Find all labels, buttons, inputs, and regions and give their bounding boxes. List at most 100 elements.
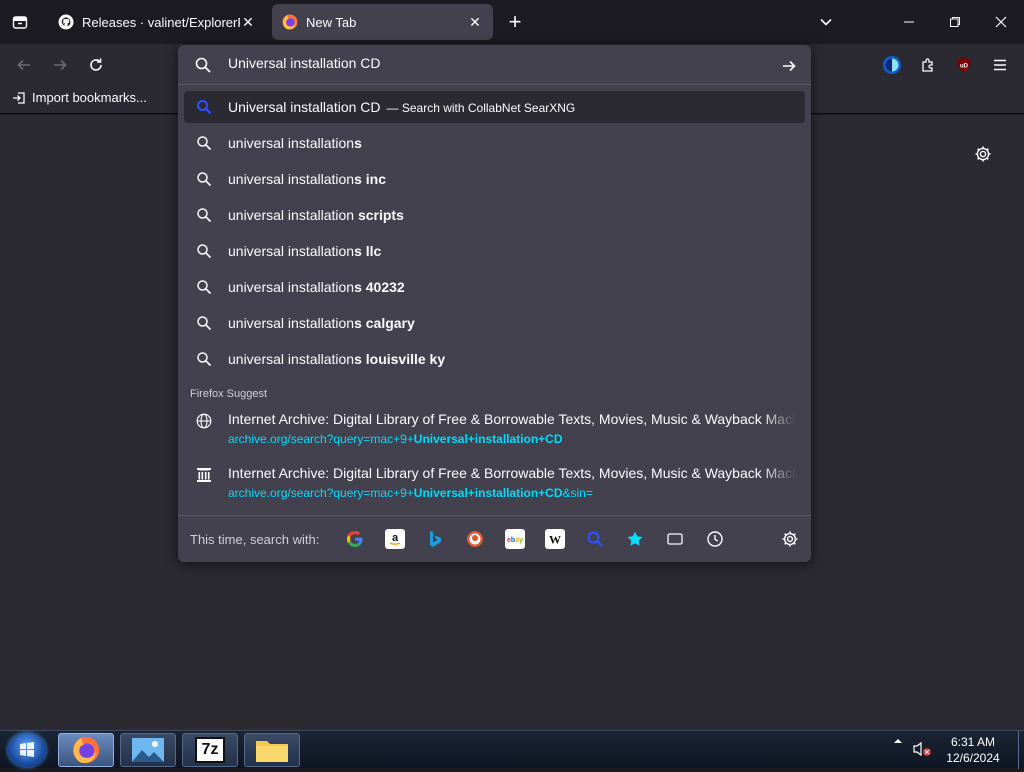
- ublock-button[interactable]: uD: [951, 52, 977, 78]
- history-search-button[interactable]: [705, 529, 725, 549]
- new-tab-button[interactable]: +: [502, 9, 528, 35]
- result-action: — Search with CollabNet SearXNG: [386, 101, 576, 115]
- search-icon: [197, 352, 212, 367]
- forward-button[interactable]: [47, 52, 73, 78]
- 7zip-icon: 7z: [195, 737, 225, 763]
- suggest-title: Internet Archive: Digital Library of Fre…: [228, 465, 796, 481]
- tray-overflow-button[interactable]: [893, 735, 903, 749]
- searxng-engine-button[interactable]: [585, 529, 605, 549]
- taskbar: 7z 6:31 AM 12/6/2024: [0, 730, 1024, 769]
- reload-icon: [90, 58, 102, 71]
- suggest-url: archive.org/search?query=mac+9+Universal…: [228, 486, 593, 500]
- firefox-icon: [72, 736, 100, 764]
- tab-new-tab[interactable]: New Tab ✕: [272, 4, 493, 40]
- firefox-icon: [282, 14, 298, 30]
- bookmarks-search-button[interactable]: [625, 529, 645, 549]
- tab-close-button[interactable]: ✕: [240, 14, 256, 30]
- search-icon: [197, 280, 212, 295]
- folder-icon: [256, 741, 288, 762]
- urlbar-input[interactable]: [228, 55, 758, 71]
- urlbar: [178, 45, 811, 85]
- firefox-view-button[interactable]: [6, 9, 34, 35]
- search-suggestion[interactable]: universal installations louisville ky: [184, 343, 805, 375]
- duckduckgo-icon: [467, 531, 483, 547]
- suggestion-text: universal installations llc: [228, 243, 382, 259]
- suggestion-text: universal installations 40232: [228, 279, 405, 295]
- clock-icon: [707, 531, 723, 547]
- restore-button[interactable]: [941, 8, 969, 36]
- search-icon: [197, 208, 212, 223]
- arrow-right-icon: [783, 60, 796, 72]
- svg-text:a: a: [392, 532, 399, 544]
- svg-text:ebay: ebay: [507, 537, 523, 544]
- forward-arrow-icon: [54, 59, 67, 71]
- search-suggestion[interactable]: universal installations llc: [184, 235, 805, 267]
- close-icon: [995, 16, 1007, 28]
- suggest-result[interactable]: Internet Archive: Digital Library of Fre…: [184, 409, 805, 455]
- taskbar-photos[interactable]: [120, 733, 176, 767]
- tab-releases[interactable]: Releases · valinet/ExplorerPatch ✕: [48, 4, 266, 40]
- tab-title: Releases · valinet/ExplorerPatch: [82, 14, 240, 30]
- suggest-result[interactable]: Internet Archive: Digital Library of Fre…: [184, 463, 805, 509]
- internet-archive-icon: [197, 468, 211, 482]
- wikipedia-icon: W: [549, 533, 561, 547]
- result-text: Universal installation CD: [228, 99, 381, 115]
- tab-close-button[interactable]: ✕: [467, 14, 483, 30]
- 7zip-label: 7z: [201, 741, 219, 758]
- customize-new-tab-button[interactable]: [972, 143, 994, 165]
- search-icon: [197, 172, 212, 187]
- photo-viewer-icon: [132, 738, 164, 762]
- clock-date: 12/6/2024: [946, 751, 1000, 765]
- google-icon: [347, 531, 363, 547]
- taskbar-explorer[interactable]: [244, 733, 300, 767]
- tab-icon: [667, 533, 683, 545]
- minimize-icon: [904, 21, 914, 23]
- tab-strip: Releases · valinet/ExplorerPatch ✕ New T…: [0, 0, 1024, 44]
- import-bookmarks-button[interactable]: Import bookmarks...: [12, 90, 147, 105]
- amazon-engine-button[interactable]: a: [385, 529, 405, 549]
- search-suggestion[interactable]: universal installations calgary: [184, 307, 805, 339]
- extensions-button[interactable]: [915, 52, 941, 78]
- show-desktop-button[interactable]: [1018, 731, 1024, 769]
- google-engine-button[interactable]: [345, 529, 365, 549]
- reload-button[interactable]: [83, 52, 109, 78]
- ebay-engine-button[interactable]: ebay: [505, 529, 525, 549]
- taskbar-7zip[interactable]: 7z: [182, 733, 238, 767]
- tab-title: New Tab: [306, 14, 357, 30]
- go-button[interactable]: [778, 55, 800, 77]
- wikipedia-engine-button[interactable]: W: [545, 529, 565, 549]
- suggestion-text: universal installations calgary: [228, 315, 415, 331]
- one-off-label: This time, search with:: [190, 532, 320, 547]
- menu-button[interactable]: [987, 52, 1013, 78]
- tabs-search-button[interactable]: [665, 529, 685, 549]
- volume-button[interactable]: [912, 741, 932, 760]
- bing-engine-button[interactable]: [425, 529, 445, 549]
- system-clock[interactable]: 6:31 AM 12/6/2024: [930, 734, 1016, 766]
- star-icon: [627, 531, 643, 546]
- list-all-tabs-button[interactable]: [814, 10, 838, 34]
- close-window-button[interactable]: [987, 8, 1015, 36]
- search-settings-button[interactable]: [780, 529, 800, 549]
- github-icon: [58, 14, 74, 30]
- back-button[interactable]: [11, 52, 37, 78]
- search-icon: [197, 136, 212, 151]
- suggest-url: archive.org/search?query=mac+9+Universal…: [228, 432, 563, 446]
- search-suggestion[interactable]: universal installations 40232: [184, 271, 805, 303]
- gear-icon: [782, 531, 798, 547]
- speaker-muted-icon: [913, 741, 931, 757]
- taskbar-firefox[interactable]: [58, 733, 114, 767]
- account-button[interactable]: [879, 52, 905, 78]
- minimize-button[interactable]: [895, 8, 923, 36]
- clock-time: 6:31 AM: [950, 735, 996, 749]
- search-icon: [197, 244, 212, 259]
- search-result-primary[interactable]: Universal installation CD — Search with C…: [184, 91, 805, 123]
- suggestion-text: universal installations: [228, 135, 362, 151]
- svg-text:W: W: [549, 533, 561, 547]
- search-suggestion[interactable]: universal installation scripts: [184, 199, 805, 231]
- restore-icon: [950, 17, 960, 27]
- search-suggestion[interactable]: universal installations: [184, 127, 805, 159]
- search-suggestion[interactable]: universal installations inc: [184, 163, 805, 195]
- duckduckgo-engine-button[interactable]: [465, 529, 485, 549]
- firefox-suggest-label: Firefox Suggest: [190, 388, 268, 400]
- start-button[interactable]: [8, 733, 46, 767]
